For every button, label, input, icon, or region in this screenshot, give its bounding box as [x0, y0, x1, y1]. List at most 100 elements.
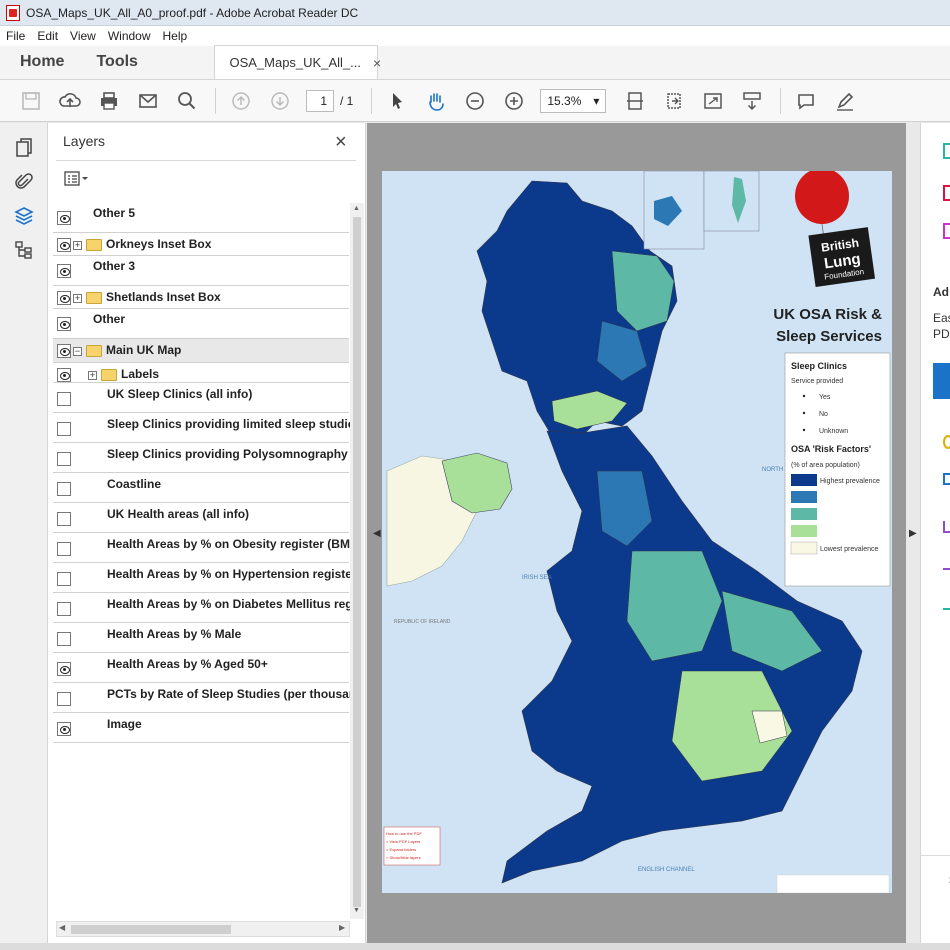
- layer-row[interactable]: Sleep Clinics providing limited sleep st…: [53, 413, 350, 443]
- model-tree-icon[interactable]: [0, 233, 48, 267]
- layer-visible-eye-icon[interactable]: [57, 344, 71, 358]
- expand-right-pane-icon[interactable]: ▶: [909, 528, 917, 539]
- layer-visible-eye-icon[interactable]: [57, 211, 71, 225]
- tab-tools[interactable]: Tools: [64, 45, 214, 79]
- layer-visibility-checkbox[interactable]: [57, 602, 71, 616]
- fit-page-icon[interactable]: [622, 89, 648, 113]
- search-icon[interactable]: [174, 89, 200, 113]
- previous-page-icon[interactable]: [228, 89, 254, 113]
- layer-visibility-checkbox[interactable]: [57, 392, 71, 406]
- layer-visible-eye-icon[interactable]: [57, 238, 71, 252]
- expand-icon[interactable]: +: [73, 294, 82, 303]
- zoom-level-select[interactable]: 15.3% ▾: [540, 88, 607, 113]
- menu-view[interactable]: View: [70, 29, 96, 43]
- expand-icon[interactable]: +: [88, 371, 97, 380]
- layer-row[interactable]: + Orkneys Inset Box: [53, 233, 349, 256]
- tip-bulb-icon[interactable]: [943, 435, 950, 449]
- layer-row[interactable]: − Main UK Map: [53, 339, 349, 363]
- tab-document[interactable]: OSA_Maps_UK_All_... ×: [214, 45, 381, 79]
- menu-help[interactable]: Help: [163, 29, 188, 43]
- scroll-right-icon[interactable]: ▶: [339, 923, 345, 932]
- collapse-left-pane-icon[interactable]: ◀: [373, 528, 381, 539]
- layer-visible-eye-icon[interactable]: [57, 291, 71, 305]
- layer-visibility-checkbox[interactable]: [57, 422, 71, 436]
- layer-visible-eye-icon[interactable]: [57, 368, 71, 382]
- promo-button[interactable]: [933, 363, 950, 399]
- page-thumbnails-icon[interactable]: [0, 131, 48, 165]
- layer-visibility-checkbox[interactable]: [57, 482, 71, 496]
- layer-row[interactable]: + Labels: [53, 363, 349, 383]
- layers-horizontal-scrollbar[interactable]: ◀ ▶: [56, 921, 350, 937]
- layer-options-menu-icon[interactable]: [64, 171, 90, 190]
- print-icon[interactable]: [96, 89, 122, 113]
- more-tools-icon[interactable]: [943, 608, 950, 612]
- comment-icon[interactable]: [793, 89, 819, 113]
- collapse-icon[interactable]: −: [73, 347, 82, 356]
- scroll-thumb[interactable]: [353, 217, 361, 907]
- layer-row[interactable]: Health Areas by % Aged 50+: [53, 653, 349, 683]
- footnote-block: [776, 874, 890, 893]
- menu-window[interactable]: Window: [108, 29, 151, 43]
- layers-icon[interactable]: [0, 199, 48, 233]
- legend-no: No: [819, 411, 828, 418]
- scroll-down-icon[interactable]: ▼: [353, 907, 360, 914]
- rotate-icon[interactable]: [661, 89, 687, 113]
- strikethrough-icon[interactable]: [943, 568, 950, 572]
- page-number-input[interactable]: 1: [306, 89, 334, 112]
- scroll-left-icon[interactable]: ◀: [59, 923, 65, 932]
- layer-row[interactable]: Other 5: [53, 203, 349, 233]
- layer-visible-eye-icon[interactable]: [57, 317, 71, 331]
- document-view[interactable]: ◀ ▶ British Lung Foundation UK OSA Risk …: [367, 123, 917, 943]
- layers-vertical-scrollbar[interactable]: ▲ ▼: [350, 203, 364, 919]
- layer-visible-eye-icon[interactable]: [57, 662, 71, 676]
- hand-tool-icon[interactable]: [423, 89, 449, 113]
- share-icon[interactable]: [943, 473, 950, 485]
- layer-row[interactable]: Health Areas by % on Diabetes Mellitus r…: [53, 593, 350, 623]
- scroll-thumb[interactable]: [71, 925, 231, 934]
- layer-row[interactable]: PCTs by Rate of Sleep Studies (per thous…: [53, 683, 350, 713]
- layer-row[interactable]: Health Areas by % on Obesity register (B…: [53, 533, 350, 563]
- full-screen-icon[interactable]: [700, 89, 726, 113]
- layer-visibility-checkbox[interactable]: [57, 632, 71, 646]
- tab-home[interactable]: Home: [0, 45, 64, 79]
- save-icon[interactable]: [18, 89, 44, 113]
- layer-visible-eye-icon[interactable]: [57, 264, 71, 278]
- menu-edit[interactable]: Edit: [37, 29, 58, 43]
- layer-row[interactable]: Other: [53, 309, 349, 339]
- close-tab-icon[interactable]: ×: [373, 55, 381, 71]
- layer-row[interactable]: Image: [53, 713, 349, 743]
- layer-row[interactable]: Other 3: [53, 256, 349, 286]
- layer-label: Health Areas by % on Diabetes Mellitus r…: [107, 597, 350, 611]
- layer-row[interactable]: Sleep Clinics providing Polysomnography: [53, 443, 349, 473]
- layer-row[interactable]: Coastline: [53, 473, 349, 503]
- fill-sign-icon[interactable]: [943, 521, 950, 533]
- next-page-icon[interactable]: [267, 89, 293, 113]
- layer-visibility-checkbox[interactable]: [57, 572, 71, 586]
- layer-visibility-checkbox[interactable]: [57, 512, 71, 526]
- email-icon[interactable]: [135, 89, 161, 113]
- zoom-in-icon[interactable]: [501, 89, 527, 113]
- layer-visibility-checkbox[interactable]: [57, 452, 71, 466]
- create-pdf-icon[interactable]: [943, 185, 950, 201]
- scroll-up-icon[interactable]: ▲: [353, 205, 360, 212]
- scroll-mode-icon[interactable]: [739, 89, 765, 113]
- layer-row[interactable]: UK Health areas (all info): [53, 503, 349, 533]
- layer-visibility-checkbox[interactable]: [57, 542, 71, 556]
- layer-row[interactable]: Health Areas by % Male: [53, 623, 349, 653]
- select-cursor-icon[interactable]: [384, 89, 410, 113]
- cloud-upload-icon[interactable]: [57, 89, 83, 113]
- menu-file[interactable]: File: [6, 29, 25, 43]
- close-panel-icon[interactable]: ×: [335, 131, 347, 154]
- export-pdf-icon[interactable]: [943, 143, 950, 159]
- layer-row[interactable]: UK Sleep Clinics (all info): [53, 383, 349, 413]
- expand-icon[interactable]: +: [73, 241, 82, 250]
- layer-row[interactable]: + Shetlands Inset Box: [53, 286, 349, 309]
- edit-pdf-icon[interactable]: [943, 223, 950, 239]
- sign-pen-icon[interactable]: [832, 89, 858, 113]
- layer-row[interactable]: Health Areas by % on Hypertension regist…: [53, 563, 350, 593]
- layer-visibility-checkbox[interactable]: [57, 692, 71, 706]
- zoom-out-icon[interactable]: [462, 89, 488, 113]
- how-to-use-box: How to use the PDF > View PDF Layers > E…: [383, 826, 441, 866]
- layer-visible-eye-icon[interactable]: [57, 722, 71, 736]
- attachments-icon[interactable]: [0, 165, 48, 199]
